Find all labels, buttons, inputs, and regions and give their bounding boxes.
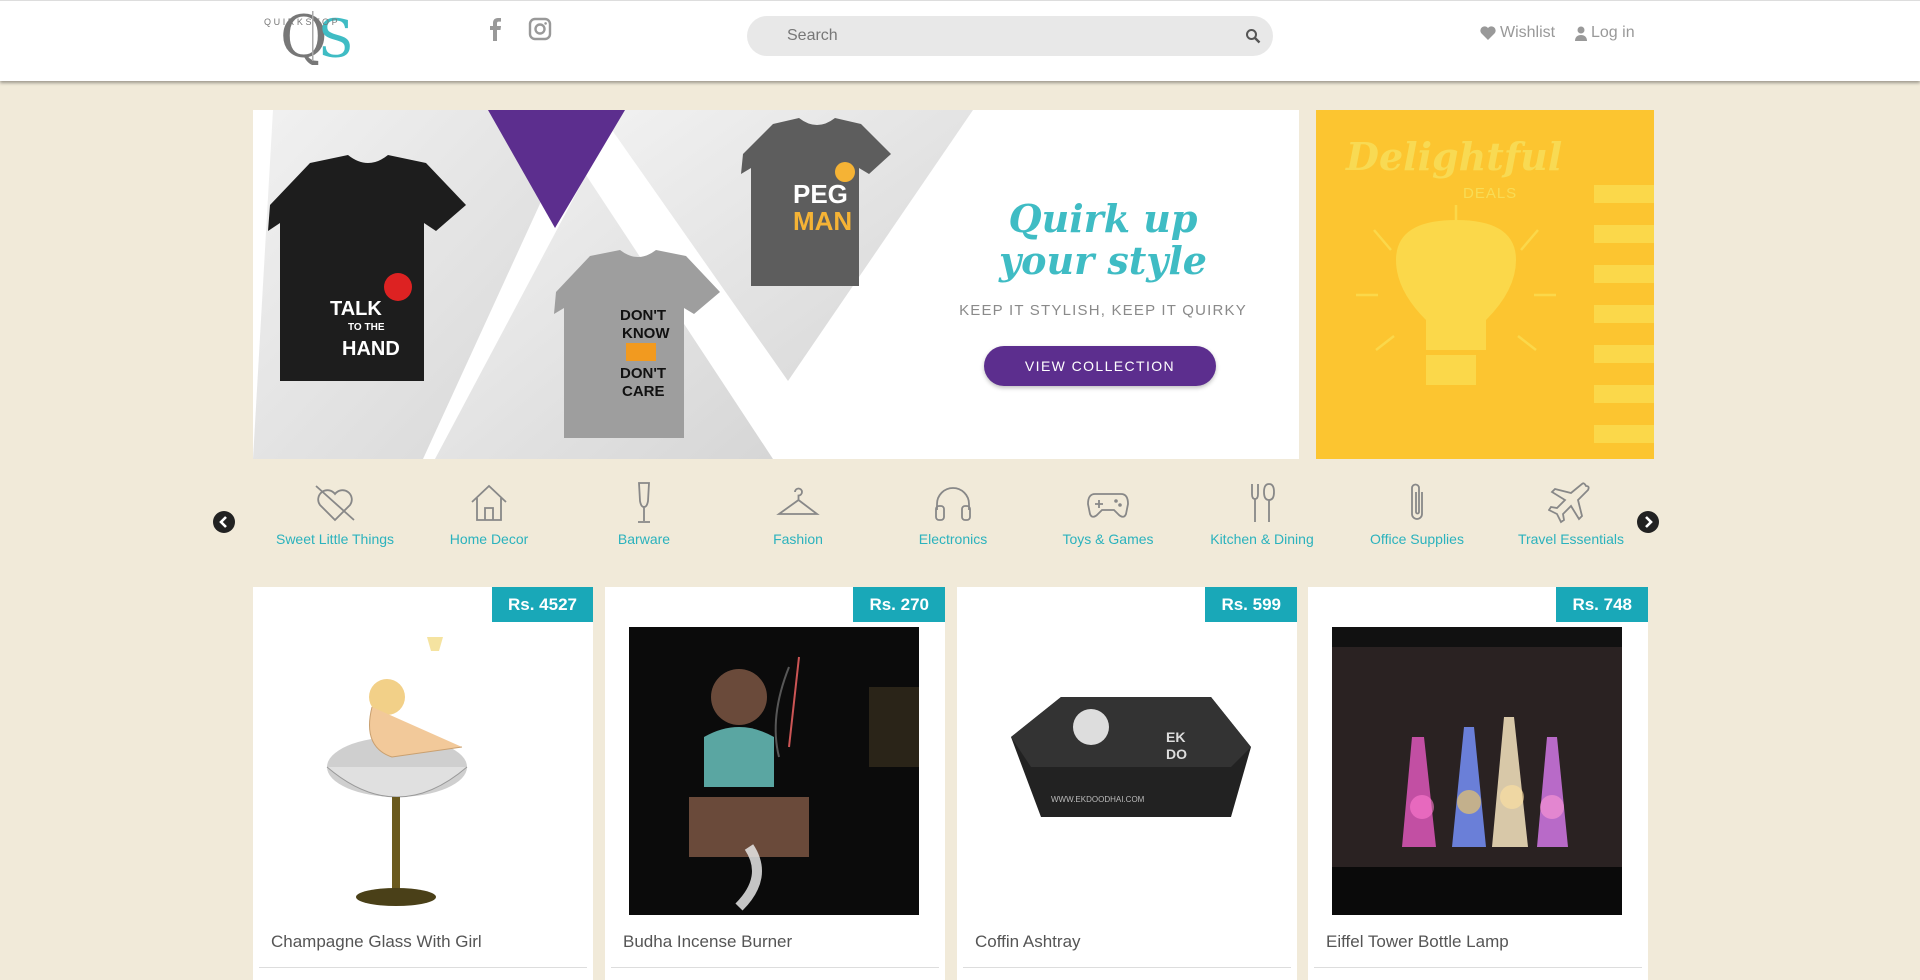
chevron-left-icon [219,516,227,528]
category-label: Kitchen & Dining [1210,531,1314,547]
divider [259,967,587,968]
product-image-eiffel-tower-bottle-lamp[interactable] [1332,627,1622,915]
deals-subtitle: DEALS [1463,185,1518,202]
deals-title: Delightful [1346,134,1563,179]
divider [1314,967,1642,968]
champagne-glass-icon [638,482,650,523]
price-badge: Rs. 4527 [492,587,593,622]
wishlist-link[interactable]: Wishlist [1480,24,1555,42]
price-badge: Rs. 270 [853,587,945,622]
heart-arrow-icon [315,485,355,522]
category-label: Sweet Little Things [275,531,395,547]
view-collection-button[interactable]: VIEW COLLECTION [984,346,1216,386]
category-label: Barware [617,531,671,547]
svg-text:CARE: CARE [622,383,665,400]
hero-tagline: KEEP IT STYLISH, KEEP IT QUIRKY [959,302,1247,319]
product-card[interactable]: Rs. 270 Budha Incense Burner [605,587,945,980]
site-header: Q S QUIRKSTOP Wishlist Log in [0,0,1920,81]
category-fashion[interactable]: Fashion [733,480,863,549]
svg-text:MAN: MAN [793,206,852,236]
svg-text:DO: DO [1166,746,1187,762]
quirkstop-logo[interactable]: Q S QUIRKSTOP [262,5,364,65]
category-label: Toys & Games [1062,531,1154,547]
price-badge: Rs. 748 [1556,587,1648,622]
hero-headline-line-1: Quirk up [1008,196,1198,241]
svg-text:HAND: HAND [342,338,400,360]
product-card[interactable]: Rs. 748 Eiffel Tower Bottle Lamp [1308,587,1648,980]
category-electronics[interactable]: Electronics [888,480,1018,549]
svg-text:KNOW: KNOW [622,325,670,342]
login-link[interactable]: Log in [1575,24,1635,42]
category-toys-games[interactable]: Toys & Games [1043,480,1173,549]
product-card[interactable]: WWW.EKDOODHAI.COM EK DO Rs. 599 Coffin A… [957,587,1297,980]
category-travel-essentials[interactable]: Travel Essentials [1506,480,1636,549]
product-image-coffin-ashtray[interactable]: WWW.EKDOODHAI.COM EK DO [981,627,1271,915]
category-label: Fashion [773,531,823,547]
category-office-supplies[interactable]: Office Supplies [1352,480,1482,549]
divider [611,967,939,968]
svg-text:WWW.EKDOODHAI.COM: WWW.EKDOODHAI.COM [1051,795,1145,804]
product-image-budha-incense-burner[interactable] [629,627,919,915]
tshirt-1-text: TALK [330,298,382,320]
heart-icon [1480,26,1496,40]
login-label: Log in [1591,24,1635,41]
search-input[interactable] [787,16,1227,56]
category-label: Travel Essentials [1517,531,1625,547]
svg-text:TO THE: TO THE [348,322,385,333]
facebook-icon[interactable] [488,17,502,46]
product-name[interactable]: Eiffel Tower Bottle Lamp [1326,932,1509,952]
category-label: Electronics [918,531,988,547]
headphones-icon [935,487,971,521]
hero-headline: Quirk up your style [993,198,1213,282]
hero-artwork: TALK TO THE HAND DON'T KNOW DON'T CARE P… [253,110,973,459]
chevron-right-icon [1645,516,1653,528]
wishlist-label: Wishlist [1500,24,1556,41]
gamepad-icon [1087,493,1129,518]
user-icon [1575,26,1587,41]
category-label: Home Decor [449,531,529,547]
product-name[interactable]: Coffin Ashtray [975,932,1081,952]
paperclip-icon [1411,483,1423,520]
price-badge: Rs. 599 [1205,587,1297,622]
svg-text:EK: EK [1166,729,1185,745]
svg-text:DON'T: DON'T [620,307,666,324]
fork-spoon-icon [1251,483,1275,522]
home-icon [471,484,507,521]
category-barware[interactable]: Barware [579,480,709,549]
product-image-champagne-glass[interactable] [277,627,567,915]
svg-text:PEG: PEG [793,179,848,209]
product-name[interactable]: Budha Incense Burner [623,932,792,952]
hero-headline-line-2: your style [999,238,1207,283]
svg-text:QUIRKSTOP: QUIRKSTOP [264,17,340,27]
category-kitchen-dining[interactable]: Kitchen & Dining [1197,480,1327,549]
product-card[interactable]: Rs. 4527 Champagne Glass With Girl [253,587,593,980]
category-label: Office Supplies [1370,531,1464,547]
hanger-icon [776,487,820,515]
category-next-button[interactable] [1637,511,1659,533]
category-home-decor[interactable]: Home Decor [424,480,554,549]
airplane-icon [1548,482,1590,524]
product-name[interactable]: Champagne Glass With Girl [271,932,482,952]
divider [963,967,1291,968]
search-bar [747,16,1273,56]
category-prev-button[interactable] [213,511,235,533]
delightful-deals-banner[interactable]: Delightful DEALS [1316,110,1654,459]
instagram-icon[interactable] [528,17,552,46]
hero-banner[interactable]: TALK TO THE HAND DON'T KNOW DON'T CARE P… [253,110,1299,459]
svg-text:DON'T: DON'T [620,365,666,382]
category-sweet-little-things[interactable]: Sweet Little Things [270,480,400,549]
search-icon[interactable] [1245,28,1261,44]
